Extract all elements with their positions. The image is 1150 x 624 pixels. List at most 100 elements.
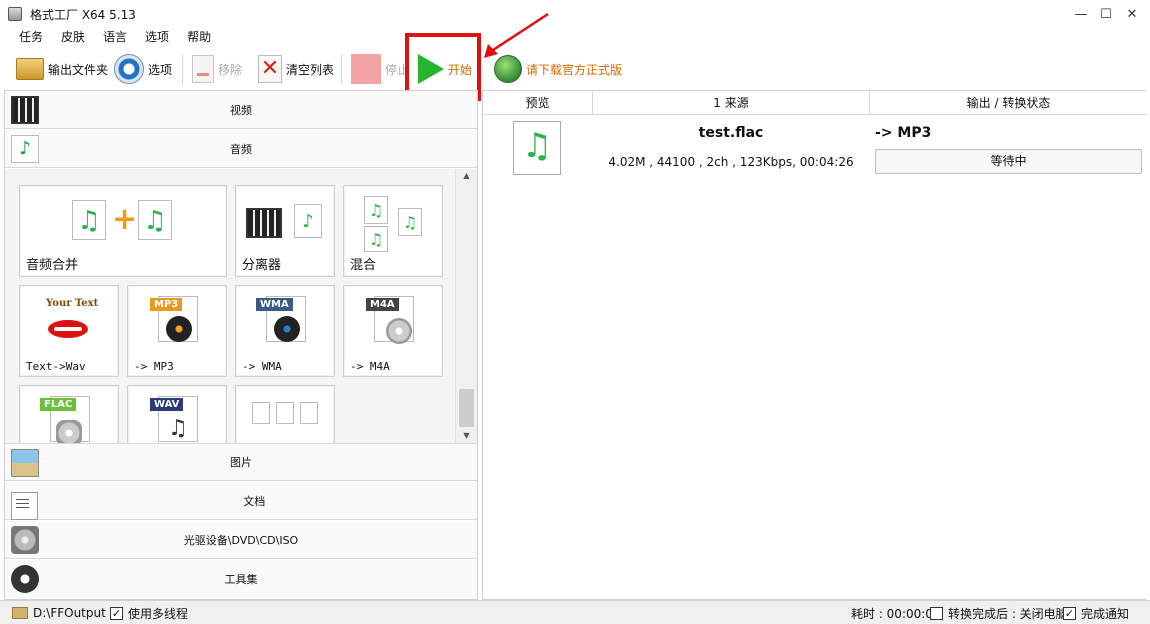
notify-checkbox[interactable]: ✓ 完成通知 [1063, 601, 1129, 624]
app-logo-icon [8, 7, 22, 21]
audio-tool-grid: ♫ + ♫ 音频合并 ♪ 分离器 ♫ ♫ ♫ 混合 Your Text Text… [5, 169, 477, 443]
category-audio-label: 音频 [230, 142, 252, 156]
tile-audio-merge-label: 音频合并 [26, 258, 79, 273]
task-status-bar: 等待中 [875, 149, 1142, 174]
tile-splitter[interactable]: ♪ 分离器 [235, 185, 335, 277]
audio-file-icon: ♫ [364, 226, 388, 252]
notify-label: 完成通知 [1081, 606, 1130, 621]
menu-skin[interactable]: 皮肤 [52, 28, 94, 46]
status-bar: D:\FFOutput ✓ 使用多线程 耗时 : 00:00:00 转换完成后 … [0, 600, 1150, 624]
audio-file-icon: ♪ [294, 204, 322, 238]
folder-icon [16, 58, 44, 80]
audio-file-icon: ♫ [398, 208, 422, 236]
tool-grid-scrollbar[interactable]: ▲ ▼ [455, 169, 477, 443]
clear-list-button[interactable]: ✕ 清空列表 [258, 52, 334, 86]
multithread-check-icon[interactable]: ✓ [110, 606, 123, 620]
annotation-arrow-icon [484, 12, 549, 58]
title-bar: 格式工厂 X64 5.13 — ☐ ✕ [0, 0, 1150, 28]
multithread-label: 使用多线程 [128, 606, 189, 621]
output-path[interactable]: D:\FFOutput [12, 601, 106, 624]
tile-to-flac[interactable]: FLAC [19, 385, 119, 443]
after-done-label: 转换完成后 : 关闭电脑 [948, 606, 1068, 621]
disc-icon [386, 318, 412, 344]
task-filename: test.flac [698, 125, 764, 141]
remove-file-icon [192, 55, 214, 83]
options-button[interactable]: 选项 [114, 52, 172, 86]
scroll-thumb[interactable] [459, 389, 474, 427]
close-button[interactable]: ✕ [1109, 0, 1150, 28]
task-file-meta: 4.02M , 44100 , 2ch , 123Kbps, 00:04:26 [608, 155, 854, 169]
headphones-icon [56, 420, 82, 443]
tile-to-mp3[interactable]: MP3 -> MP3 [127, 285, 227, 377]
multi-format-icon [252, 402, 270, 424]
toolbar-divider [341, 54, 342, 84]
tile-mix[interactable]: ♫ ♫ ♫ 混合 [343, 185, 443, 277]
tile-mix-label: 混合 [350, 258, 377, 273]
wma-badge: WMA [256, 298, 293, 311]
after-done-check-icon[interactable] [930, 606, 943, 620]
tile-to-wav[interactable]: WAV ♫ [127, 385, 227, 443]
category-toolbox[interactable]: 工具集 [5, 560, 477, 598]
audio-merge-icon: ♫ [72, 200, 106, 240]
menu-task[interactable]: 任务 [10, 28, 52, 46]
audio-file-icon: ♫ [138, 200, 172, 240]
tile-splitter-label: 分离器 [242, 258, 282, 273]
menu-language[interactable]: 语言 [94, 28, 136, 46]
category-audio[interactable]: ♪ 音频 [5, 130, 477, 168]
tile-more-formats[interactable] [235, 385, 335, 443]
scroll-up-icon[interactable]: ▲ [456, 169, 477, 183]
film-icon [11, 96, 39, 124]
clear-list-label: 清空列表 [286, 62, 335, 77]
after-done-checkbox[interactable]: 转换完成后 : 关闭电脑 [930, 601, 1068, 624]
disc-drive-icon [11, 526, 39, 554]
tile-to-m4a-label: -> M4A [350, 360, 390, 373]
mp3-badge: MP3 [150, 298, 183, 311]
category-picture[interactable]: 图片 [5, 443, 477, 481]
tile-to-wma-label: -> WMA [242, 360, 282, 373]
splitter-icon [246, 208, 282, 238]
folder-icon [12, 607, 28, 619]
tile-to-wma[interactable]: WMA -> WMA [235, 285, 335, 377]
music-note-icon: ♫ [168, 416, 188, 441]
tile-to-m4a[interactable]: M4A -> M4A [343, 285, 443, 377]
lips-icon-text: Your Text [46, 298, 99, 309]
wav-badge: WAV [150, 398, 184, 411]
stop-label: 停止 [385, 62, 407, 77]
task-list: 预览 1 来源 输出 / 转换状态 test.flac 4.02M , 4410… [482, 90, 1147, 600]
category-disc[interactable]: 光驱设备\DVD\CD\ISO [5, 521, 477, 559]
audio-file-preview-icon [513, 121, 561, 175]
elapsed-time: 耗时 : 00:00:00 [851, 601, 941, 624]
category-video[interactable]: 视频 [5, 91, 477, 129]
toolbar-divider [182, 54, 183, 84]
clear-list-icon: ✕ [258, 55, 282, 83]
multithread-checkbox[interactable]: ✓ 使用多线程 [110, 601, 188, 624]
category-document[interactable]: 文档 [5, 482, 477, 520]
toolbar: 输出文件夹 选项 移除 ✕ 清空列表 停止 开始 请下载官方正式版 [0, 48, 1150, 90]
elapsed-time-text: 耗时 : 00:00:00 [851, 606, 941, 621]
stop-button[interactable]: 停止 [351, 52, 407, 86]
app-window: 格式工厂 X64 5.13 — ☐ ✕ 任务 皮肤 语言 选项 帮助 输出文件夹… [0, 0, 1150, 624]
format-file-icon [276, 402, 294, 424]
format-file-icon [300, 402, 318, 424]
picture-icon [11, 449, 39, 477]
column-header-source[interactable]: 1 来源 [593, 91, 870, 115]
flac-badge: FLAC [40, 398, 77, 411]
tile-audio-merge[interactable]: ♫ + ♫ 音频合并 [19, 185, 227, 277]
menu-help[interactable]: 帮助 [178, 28, 220, 46]
menu-options[interactable]: 选项 [136, 28, 178, 46]
remove-button[interactable]: 移除 [192, 52, 242, 86]
options-gear-icon [114, 54, 144, 84]
tile-text-to-wav[interactable]: Your Text Text->Wav [19, 285, 119, 377]
remove-label: 移除 [218, 62, 243, 77]
disc-icon [166, 316, 192, 342]
category-disc-label: 光驱设备\DVD\CD\ISO [183, 533, 299, 547]
document-icon [11, 491, 38, 520]
window-title: 格式工厂 X64 5.13 [30, 7, 136, 22]
category-toolbox-label: 工具集 [224, 573, 258, 586]
notify-check-icon[interactable]: ✓ [1063, 606, 1076, 620]
column-header-preview[interactable]: 预览 [483, 91, 593, 115]
column-header-output-status[interactable]: 输出 / 转换状态 [870, 91, 1147, 115]
output-folder-button[interactable]: 输出文件夹 [16, 52, 108, 86]
plus-icon: + [112, 202, 138, 237]
scroll-down-icon[interactable]: ▼ [456, 429, 477, 443]
